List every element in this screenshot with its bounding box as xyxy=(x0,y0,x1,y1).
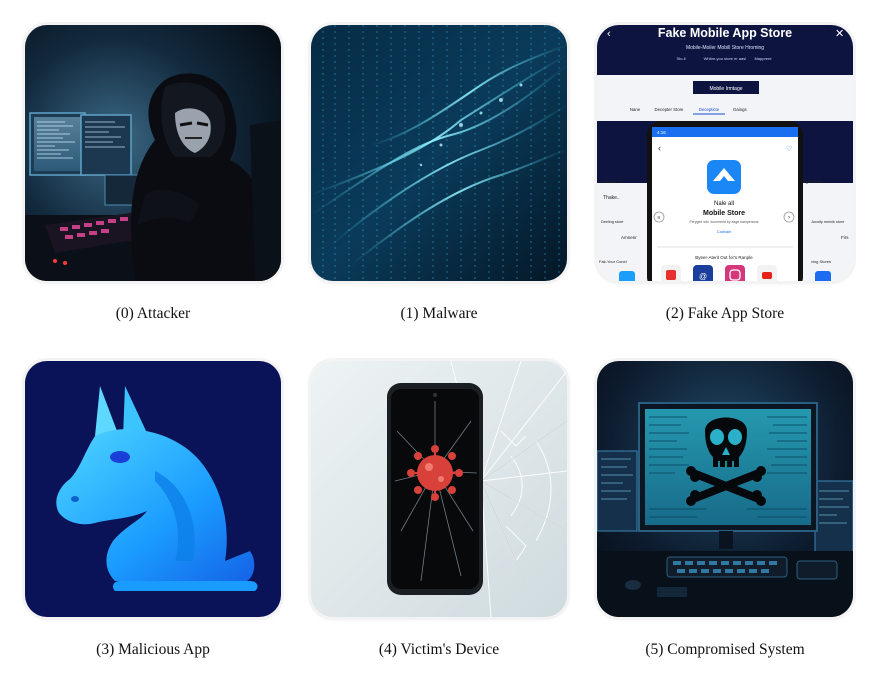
image-grid: (0) Attacker (1) Malware ‹ ✕ Fake Mobile… xyxy=(0,0,878,692)
svg-text:4:16: 4:16 xyxy=(657,130,666,135)
svg-text:Whitre-you store er aas!: Whitre-you store er aas! xyxy=(704,56,747,61)
fake-app-store-image: ‹ ✕ Fake Mobile App Store Mobile-Moiler … xyxy=(597,25,853,281)
svg-text:ngh Store: ngh Store xyxy=(803,179,823,184)
svg-text:Sto-ll: Sto-ll xyxy=(676,56,685,61)
store-title: Fake Mobile App Store xyxy=(658,26,792,40)
compromised-system-image xyxy=(597,361,853,617)
close-icon: ✕ xyxy=(835,28,844,40)
svg-text:Mobile Store: Mobile Store xyxy=(703,210,745,217)
svg-text:Ferygee wib. Iconmerid by eage: Ferygee wib. Iconmerid by eage kampenone xyxy=(689,220,758,224)
caption-victims-device: (4) Victim's Device xyxy=(378,641,500,658)
svg-text:Mobile Irmtage: Mobile Irmtage xyxy=(709,86,742,92)
svg-text:Firs: Firs xyxy=(841,235,849,240)
heart-icon: ♡ xyxy=(786,145,792,153)
svg-text:Amnenr: Amnenr xyxy=(621,235,637,240)
svg-text:Mobile-Moiler Mobill Store Hro: Mobile-Moiler Mobill Store Hroming xyxy=(686,45,764,51)
svg-text:Mapprere: Mapprere xyxy=(754,56,772,61)
svg-text:Thake..: Thake.. xyxy=(603,195,620,201)
svg-text:Aumoun S: Aumoun S xyxy=(601,179,622,184)
malicious-app-image xyxy=(25,361,281,617)
caption-malware: (1) Malware xyxy=(400,305,478,322)
svg-text:Deeling store: Deeling store xyxy=(601,220,623,224)
caption-attacker: (0) Attacker xyxy=(115,305,191,322)
svg-text:≡: ≡ xyxy=(658,215,661,221)
phone-back-icon: ‹ xyxy=(658,143,661,153)
svg-text:Decepticte: Decepticte xyxy=(699,107,720,112)
svg-text:Byeer-Aterit Out for's Ranple: Byeer-Aterit Out for's Ranple xyxy=(695,255,753,260)
svg-text:Decepter Store: Decepter Store xyxy=(655,107,685,112)
victims-device-image xyxy=(311,361,567,617)
caption-fake-app-store: (2) Fake App Store xyxy=(665,305,785,322)
svg-text:ving Stores: ving Stores xyxy=(811,259,831,264)
svg-text:@: @ xyxy=(699,272,707,281)
caption-compromised-system: (5) Compromised System xyxy=(645,641,805,658)
svg-text:Jocolty mninik store: Jocolty mninik store xyxy=(811,220,844,224)
svg-text:Nale all: Nale all xyxy=(714,201,734,207)
svg-text:Callnain: Callnain xyxy=(717,229,731,234)
attacker-image xyxy=(25,25,281,281)
svg-text:Daings: Daings xyxy=(733,107,746,112)
back-chevron-icon: ‹ xyxy=(607,28,611,40)
svg-text:›: › xyxy=(788,215,790,221)
malware-image xyxy=(311,25,567,281)
caption-malicious-app: (3) Malicious App xyxy=(96,641,210,658)
svg-text:Fak-Your Conel: Fak-Your Conel xyxy=(599,259,627,264)
svg-text:Nane: Nane xyxy=(630,107,641,112)
